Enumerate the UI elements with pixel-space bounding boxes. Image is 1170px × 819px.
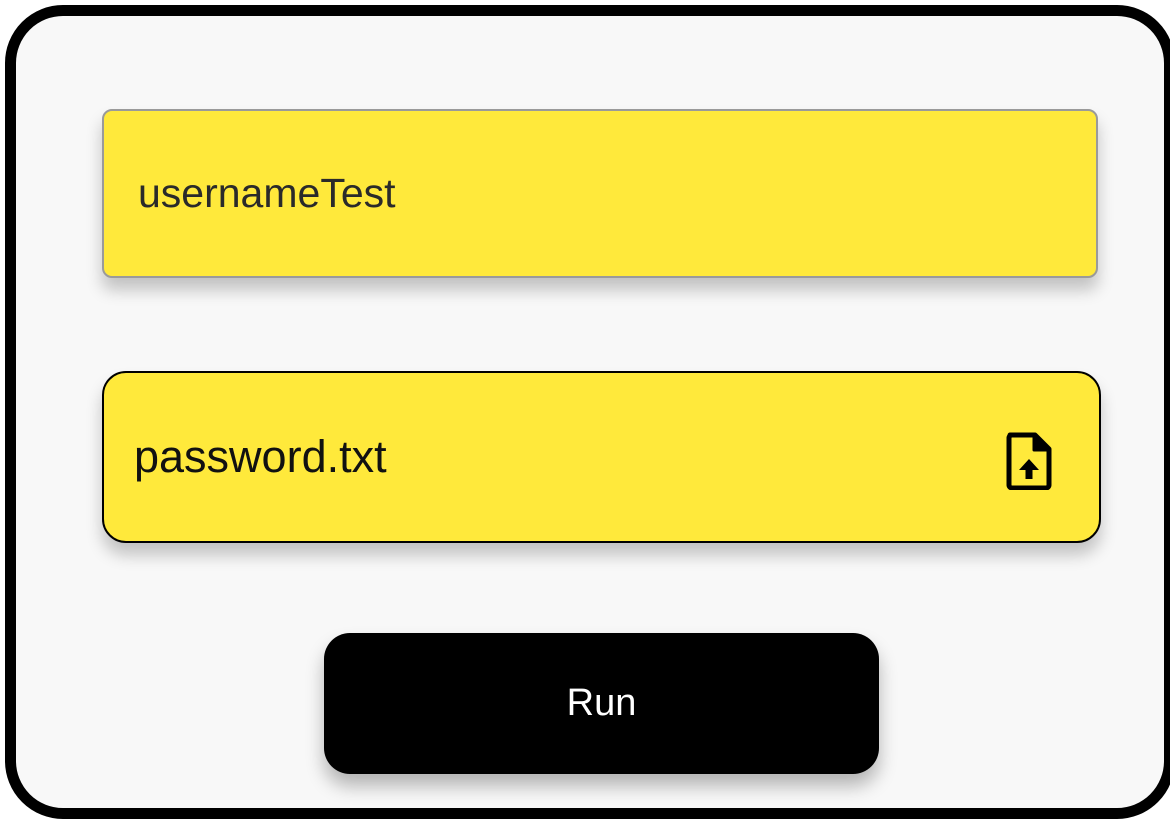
- password-file-field[interactable]: password.txt: [102, 371, 1101, 543]
- password-file-value: password.txt: [134, 431, 387, 482]
- username-value: usernameTest: [138, 170, 396, 216]
- form-panel: usernameTest password.txt Run: [5, 5, 1170, 819]
- username-field[interactable]: usernameTest: [102, 109, 1098, 278]
- run-button[interactable]: Run: [324, 633, 879, 774]
- file-upload-icon[interactable]: [1005, 432, 1053, 490]
